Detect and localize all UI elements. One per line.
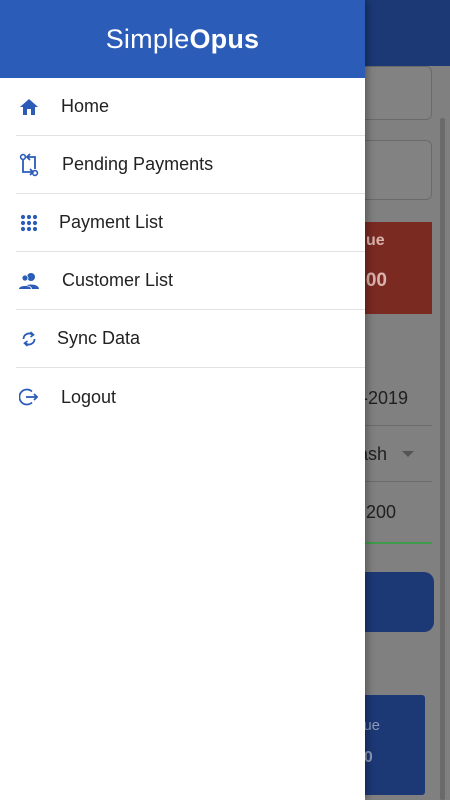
menu-item-pending-payments[interactable]: Pending Payments: [16, 136, 365, 194]
brand-name-light: Simple: [105, 23, 190, 54]
menu-item-customer-list[interactable]: Customer List: [16, 252, 365, 310]
grid-icon: [16, 210, 42, 236]
brand-name-bold: Opus: [189, 23, 260, 54]
drawer-menu: Home Pending Payments Payment List Custo…: [0, 78, 365, 426]
menu-item-label: Pending Payments: [62, 154, 214, 174]
dropdown-caret-icon: [402, 451, 414, 457]
transfer-icon: [16, 152, 42, 178]
background-amount-value: 200: [366, 502, 397, 522]
menu-item-label: Logout: [61, 386, 117, 407]
menu-item-logout[interactable]: Logout: [16, 368, 365, 426]
logout-icon: [16, 384, 42, 410]
background-date-value: -2019: [362, 388, 409, 408]
drawer-header: SimpleOpus: [0, 0, 365, 78]
people-icon: [16, 268, 42, 294]
background-scrollbar: [440, 118, 445, 800]
menu-item-sync-data[interactable]: Sync Data: [16, 310, 365, 368]
menu-item-label: Customer List: [62, 270, 174, 290]
sync-icon: [16, 326, 42, 352]
menu-item-label: Sync Data: [57, 328, 141, 348]
menu-item-payment-list[interactable]: Payment List: [16, 194, 365, 252]
menu-item-label: Home: [61, 96, 110, 116]
home-icon: [16, 94, 42, 120]
menu-item-home[interactable]: Home: [16, 78, 365, 136]
menu-item-label: Payment List: [59, 212, 164, 232]
navigation-drawer: SimpleOpus Home Pending Payments Payment…: [0, 0, 365, 800]
app-logo-text: SimpleOpus: [106, 24, 260, 55]
background-bottom-card: que 00: [355, 695, 425, 795]
